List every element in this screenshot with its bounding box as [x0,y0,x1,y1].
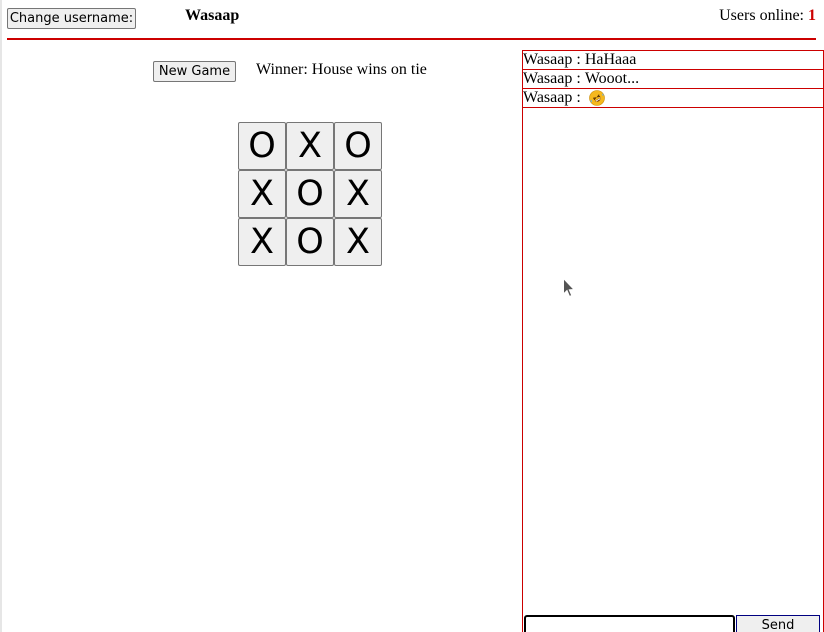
chat-message-separator: : [572,51,585,68]
board-cell-r3-c3[interactable]: X [334,218,382,266]
chat-message-user: Wasaap [523,70,573,87]
board-cell-r1-c2[interactable]: X [286,122,334,170]
send-button[interactable]: Send [736,615,820,632]
board-cell-r2-c3[interactable]: X [334,170,382,218]
chat-message-user: Wasaap [523,89,573,106]
chat-message-separator: : [572,89,585,106]
page-left-edge [0,0,2,632]
users-online-indicator: Users online: 1 [719,7,816,25]
header-divider [7,38,816,40]
rolling-on-floor-laughing-emoji-icon [589,90,605,106]
users-online-count: 1 [808,7,816,24]
board-cell-r2-c1[interactable]: X [238,170,286,218]
chat-panel: Wasaap : HaHaaa Wasaap : Wooot... Wasaap… [522,50,824,632]
chat-message: Wasaap : HaHaaa [523,51,823,70]
new-game-button[interactable]: New Game [153,61,236,82]
chat-message-text: HaHaaa [584,51,637,68]
board-cell-r2-c2[interactable]: O [286,170,334,218]
chat-message-separator: : [572,70,585,87]
chat-message-input[interactable] [524,615,735,632]
board-cell-r3-c1[interactable]: X [238,218,286,266]
chat-message: Wasaap : [523,89,823,108]
app-title: Wasaap [185,7,240,24]
mouse-cursor-icon [563,278,575,298]
board-cell-r1-c1[interactable]: O [238,122,286,170]
chat-message: Wasaap : Wooot... [523,70,823,89]
board-cell-r3-c2[interactable]: O [286,218,334,266]
chat-message-user: Wasaap [523,51,573,68]
winner-status: Winner: House wins on tie [256,61,427,78]
chat-message-text: Wooot... [584,70,640,87]
board-cell-r1-c3[interactable]: O [334,122,382,170]
change-username-button[interactable]: Change username: [7,8,136,29]
tic-tac-toe-board: O X O X O X X O X [238,122,382,266]
users-online-label: Users online: [719,7,808,24]
